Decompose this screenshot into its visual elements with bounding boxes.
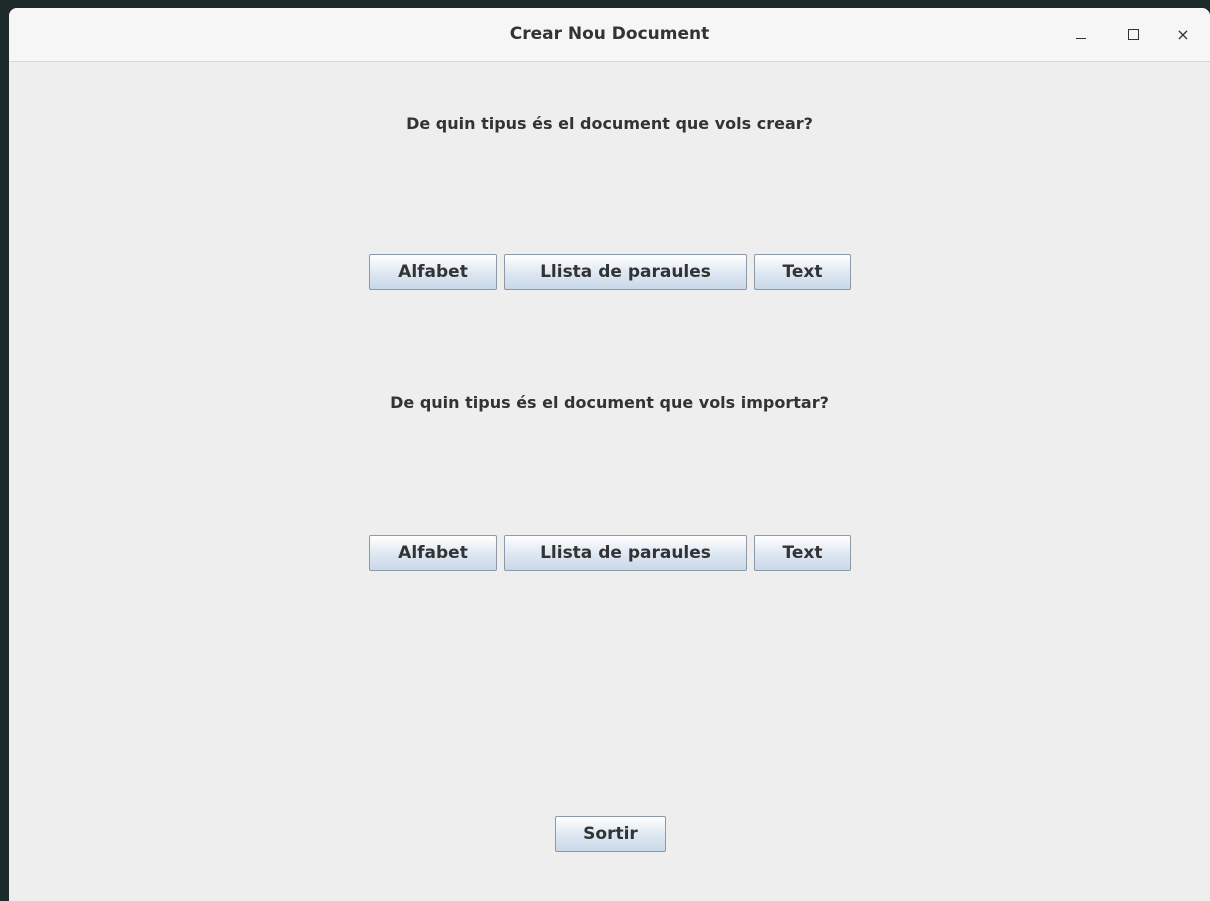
app-window: Crear Nou Document × De quin tipus és el… — [9, 8, 1210, 901]
import-question-label: De quin tipus és el document que vols im… — [390, 393, 829, 412]
title-bar[interactable]: Crear Nou Document × — [9, 8, 1210, 62]
create-alfabet-button[interactable]: Alfabet — [369, 254, 497, 290]
create-llista-de-paraules-button[interactable]: Llista de paraules — [504, 254, 747, 290]
import-text-button[interactable]: Text — [754, 535, 851, 571]
close-icon[interactable]: × — [1169, 20, 1197, 48]
minimize-icon[interactable] — [1067, 20, 1095, 48]
create-text-button[interactable]: Text — [754, 254, 851, 290]
import-llista-de-paraules-button[interactable]: Llista de paraules — [504, 535, 747, 571]
maximize-icon[interactable] — [1119, 20, 1147, 48]
import-alfabet-button[interactable]: Alfabet — [369, 535, 497, 571]
window-title: Crear Nou Document — [509, 24, 710, 44]
create-question-label: De quin tipus és el document que vols cr… — [406, 114, 813, 133]
exit-button[interactable]: Sortir — [555, 816, 666, 852]
